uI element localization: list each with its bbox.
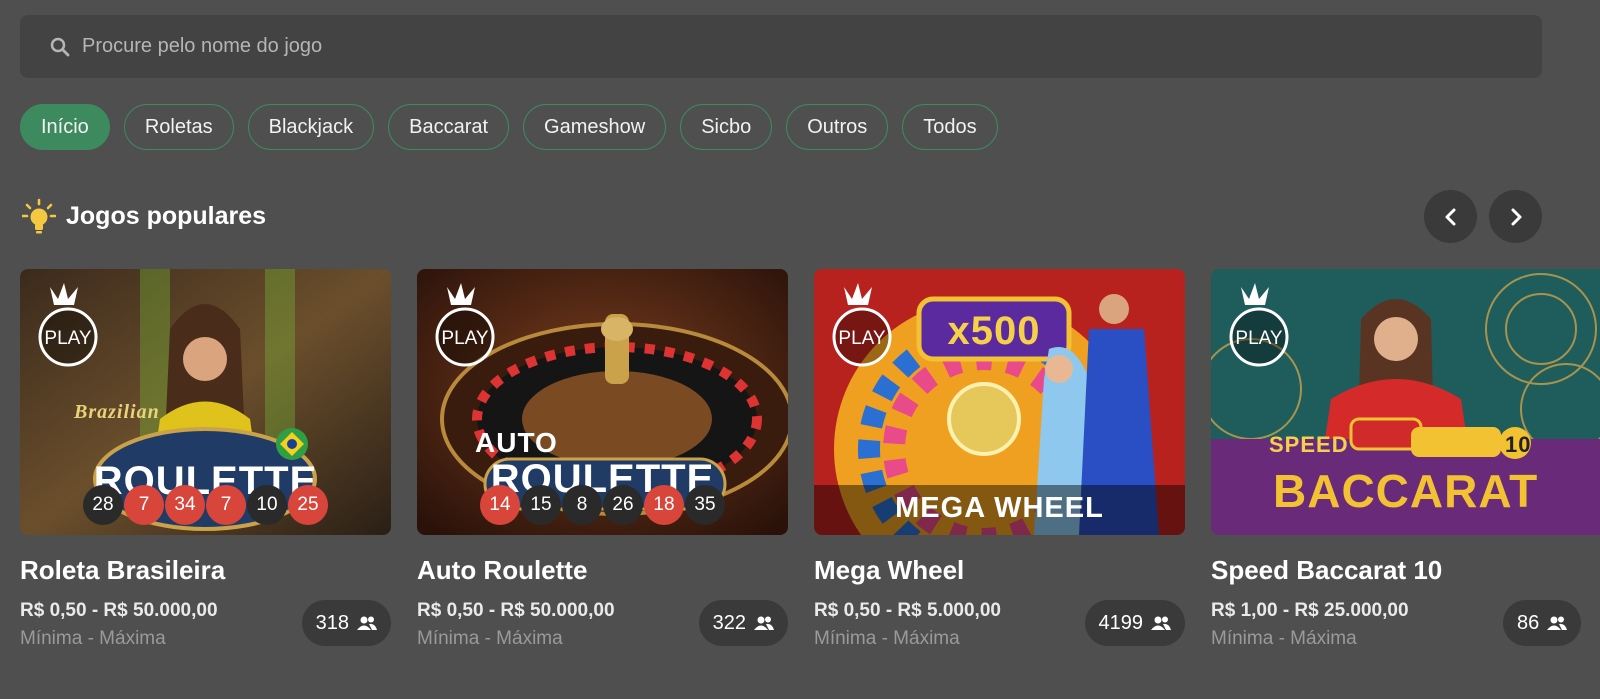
thumbnail-multiplier: x500 (947, 309, 1041, 353)
tab-inicio[interactable]: Início (20, 104, 110, 150)
player-count-badge: 322 (698, 600, 788, 646)
svg-text:PLAY: PLAY (1235, 328, 1283, 349)
users-icon (357, 616, 377, 630)
result-ball: 35 (685, 485, 725, 525)
result-ball: 28 (83, 485, 123, 525)
game-card-mega-wheel[interactable]: PLAY x500 MEGA WHEEL Mega Wheel R$ 0,50 … (814, 269, 1185, 650)
pragmatic-play-logo: PLAY (435, 283, 495, 367)
pragmatic-play-logo: PLAY (1229, 283, 1289, 367)
thumbnail-title: BACCARAT (1273, 465, 1539, 517)
player-count-badge: 4199 (1084, 600, 1185, 646)
search-input[interactable] (82, 35, 1482, 58)
result-ball: 14 (480, 485, 520, 525)
player-count-badge: 86 (1503, 600, 1582, 646)
section-header: Jogos populares (22, 196, 266, 236)
game-thumbnail[interactable]: PLAY x500 MEGA WHEEL (814, 269, 1185, 535)
result-ball: 26 (603, 485, 643, 525)
result-ball: 34 (165, 485, 205, 525)
result-ball: 8 (562, 485, 602, 525)
chevron-right-icon (1511, 208, 1521, 225)
player-count-badge: 318 (301, 600, 391, 646)
game-card-auto-roulette[interactable]: PLAY AUTO ROULETTE 14 15 8 26 18 35 Auto… (417, 269, 788, 650)
tab-outros[interactable]: Outros (786, 104, 889, 150)
recent-results: 14 15 8 26 18 35 (417, 485, 788, 525)
game-card-speed-baccarat-10[interactable]: PLAY SPEED 10 BACCARAT Speed Baccarat 10… (1211, 269, 1600, 650)
tab-todos[interactable]: Todos (902, 104, 998, 150)
result-ball: 15 (521, 485, 561, 525)
users-icon (1547, 616, 1568, 630)
game-name[interactable]: Mega Wheel (814, 555, 1185, 586)
svg-text:PLAY: PLAY (44, 328, 92, 349)
svg-text:PLAY: PLAY (838, 328, 886, 349)
users-icon (754, 616, 774, 630)
search-bar[interactable] (20, 15, 1542, 78)
result-ball: 18 (644, 485, 684, 525)
game-card-roleta-brasileira[interactable]: PLAY Brazilian ROULETTE 28 7 34 7 10 25 … (20, 269, 391, 650)
game-name[interactable]: Roleta Brasileira (20, 555, 391, 586)
lightbulb-icon (22, 198, 56, 234)
result-ball: 7 (124, 485, 164, 525)
chevron-left-icon (1445, 208, 1455, 225)
player-count: 86 (1517, 611, 1540, 634)
tab-roletas[interactable]: Roletas (123, 104, 234, 150)
recent-results: 28 7 34 7 10 25 (20, 485, 391, 525)
result-ball: 25 (288, 485, 328, 525)
result-ball: 10 (247, 485, 287, 525)
player-count: 318 (315, 611, 349, 634)
game-name[interactable]: Speed Baccarat 10 (1211, 555, 1600, 586)
thumbnail-badge: 10 (1505, 432, 1532, 457)
tab-sicbo[interactable]: Sicbo (680, 104, 773, 150)
section-title: Jogos populares (66, 201, 267, 230)
pragmatic-play-logo: PLAY (832, 283, 892, 367)
tab-baccarat[interactable]: Baccarat (388, 104, 510, 150)
tab-blackjack[interactable]: Blackjack (247, 104, 375, 150)
pragmatic-play-logo: PLAY (38, 283, 98, 367)
game-thumbnail[interactable]: PLAY SPEED 10 BACCARAT (1211, 269, 1600, 535)
player-count: 322 (712, 611, 746, 634)
carousel-prev-button[interactable] (1424, 190, 1477, 243)
game-thumbnail[interactable]: PLAY Brazilian ROULETTE 28 7 34 7 10 25 (20, 269, 391, 535)
svg-text:PLAY: PLAY (441, 328, 489, 349)
thumbnail-title: MEGA WHEEL (895, 492, 1104, 524)
result-ball: 7 (206, 485, 246, 525)
users-icon (1151, 616, 1171, 630)
player-count: 4199 (1098, 611, 1144, 634)
search-icon (50, 37, 70, 56)
thumbnail-subtitle: AUTO (475, 427, 558, 458)
category-tabs: Início Roletas Blackjack Baccarat Gamesh… (20, 104, 998, 150)
game-name[interactable]: Auto Roulette (417, 555, 788, 586)
thumbnail-subtitle: Brazilian (74, 401, 160, 423)
game-thumbnail[interactable]: PLAY AUTO ROULETTE 14 15 8 26 18 35 (417, 269, 788, 535)
tab-gameshow[interactable]: Gameshow (523, 104, 667, 150)
carousel-next-button[interactable] (1489, 190, 1542, 243)
